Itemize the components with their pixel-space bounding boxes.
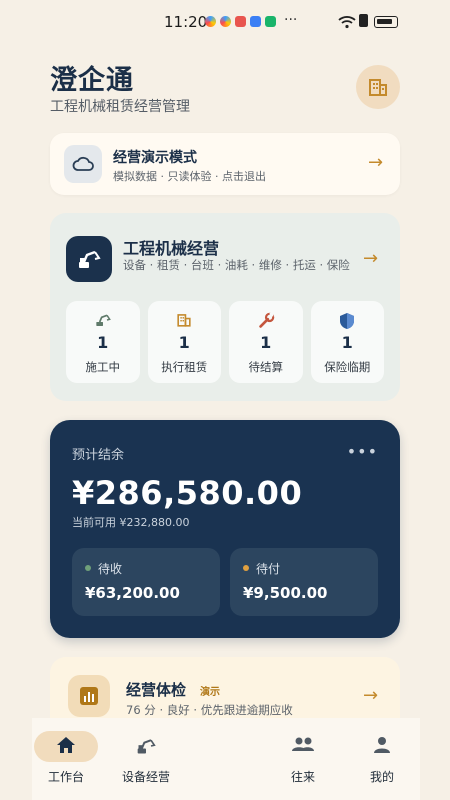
machinery-card[interactable]: 工程机械经营 设备 · 租赁 · 台班 · 油耗 · 维修 · 托运 · 保险 … — [50, 213, 400, 401]
app-icon — [250, 16, 261, 27]
receivable-label: 待收 — [98, 562, 123, 576]
excavator-icon — [79, 250, 101, 268]
nav-label: 往来 — [290, 770, 315, 784]
battery-icon — [374, 16, 398, 28]
stat-insurance-expiring[interactable]: 1 保险临期 — [310, 301, 384, 383]
shield-icon — [340, 313, 355, 329]
app-icon — [235, 16, 246, 27]
nav-item-profile[interactable]: 我的 — [352, 718, 412, 800]
demo-title: 经营演示模式 — [113, 150, 197, 166]
health-subtitle: 76 分 · 良好 · 优先跟进逾期应收 — [126, 703, 293, 717]
stat-pending-settlement[interactable]: 1 待结算 — [229, 301, 303, 383]
balance-card[interactable]: 预计结余 ••• ¥286,580.00 当前可用 ¥232,880.00 待收… — [50, 420, 400, 638]
home-icon — [57, 737, 75, 753]
nav-label: 设备经营 — [121, 770, 170, 784]
stat-value: 1 — [97, 333, 109, 352]
building-icon — [177, 314, 191, 327]
payable-dot — [243, 565, 249, 571]
demo-mode-card[interactable]: 经营演示模式 模拟数据 · 只读体验 · 点击退出 → — [50, 133, 400, 195]
excavator-icon — [96, 314, 111, 326]
excavator-icon — [137, 739, 156, 754]
app-icon — [205, 16, 216, 27]
stat-value: 1 — [341, 333, 353, 352]
nav-item-equipment[interactable]: 设备经营 — [110, 718, 182, 800]
app-icon — [220, 16, 231, 27]
health-icon-box — [68, 675, 110, 717]
receivable-value: ¥63,200.00 — [85, 584, 180, 602]
stat-active-lease[interactable]: 1 执行租赁 — [147, 301, 221, 383]
company-button[interactable] — [356, 65, 400, 109]
payable-box[interactable]: 待付 ¥9,500.00 — [230, 548, 378, 616]
wifi-icon — [338, 14, 356, 33]
status-bar: 11:20 ··· — [0, 0, 450, 44]
stat-in-construction[interactable]: 1 施工中 — [66, 301, 140, 383]
nav-label: 工作台 — [47, 770, 84, 784]
stat-value: 1 — [178, 333, 190, 352]
machinery-title: 工程机械经营 — [123, 239, 220, 258]
balance-label: 预计结余 — [72, 448, 125, 463]
arrow-right-icon: → — [363, 248, 379, 269]
payable-label: 待付 — [256, 562, 281, 576]
sim-icon — [359, 14, 368, 27]
demo-subtitle: 模拟数据 · 只读体验 · 点击退出 — [113, 170, 266, 183]
balance-amount: ¥286,580.00 — [72, 474, 303, 512]
receivable-dot — [85, 565, 91, 571]
wrench-icon — [259, 312, 275, 328]
machinery-icon-box — [66, 236, 112, 282]
status-more: ··· — [284, 12, 298, 28]
payable-value: ¥9,500.00 — [243, 584, 328, 602]
arrow-right-icon: → — [368, 152, 384, 173]
nav-item-contacts[interactable]: 往来 — [273, 718, 333, 800]
status-time: 11:20 — [164, 13, 208, 31]
more-icon[interactable]: ••• — [347, 442, 378, 461]
receivable-box[interactable]: 待收 ¥63,200.00 — [72, 548, 220, 616]
health-title: 经营体检 — [126, 681, 187, 699]
nav-label: 我的 — [369, 770, 394, 784]
available-balance: 当前可用 ¥232,880.00 — [72, 516, 190, 529]
cloud-icon — [72, 156, 94, 171]
stat-value: 1 — [260, 333, 272, 352]
machinery-stats: 1 施工中 1 执行租赁 1 待结算 1 保险临期 — [66, 301, 384, 383]
stat-label: 施工中 — [85, 360, 121, 374]
demo-badge: 演示 — [200, 687, 220, 698]
nav-item-workbench[interactable]: 工作台 — [32, 718, 100, 800]
stat-label: 保险临期 — [324, 360, 371, 374]
bottom-nav: 工作台 设备经营 往来 我的 — [32, 718, 420, 800]
stat-label: 待结算 — [248, 360, 284, 374]
machinery-tags: 设备 · 租赁 · 台班 · 油耗 · 维修 · 托运 · 保险 — [123, 258, 350, 272]
stat-label: 执行租赁 — [161, 360, 208, 374]
building-icon — [369, 79, 387, 96]
app-title: 澄企通 — [50, 65, 134, 96]
app-subtitle: 工程机械租赁经营管理 — [50, 99, 190, 115]
status-app-icons — [205, 16, 276, 27]
person-icon — [374, 737, 390, 753]
app-icon — [265, 16, 276, 27]
demo-icon-box — [64, 145, 102, 183]
arrow-right-icon: → — [363, 685, 379, 706]
bar-chart-icon — [80, 687, 98, 705]
people-icon — [292, 737, 314, 751]
